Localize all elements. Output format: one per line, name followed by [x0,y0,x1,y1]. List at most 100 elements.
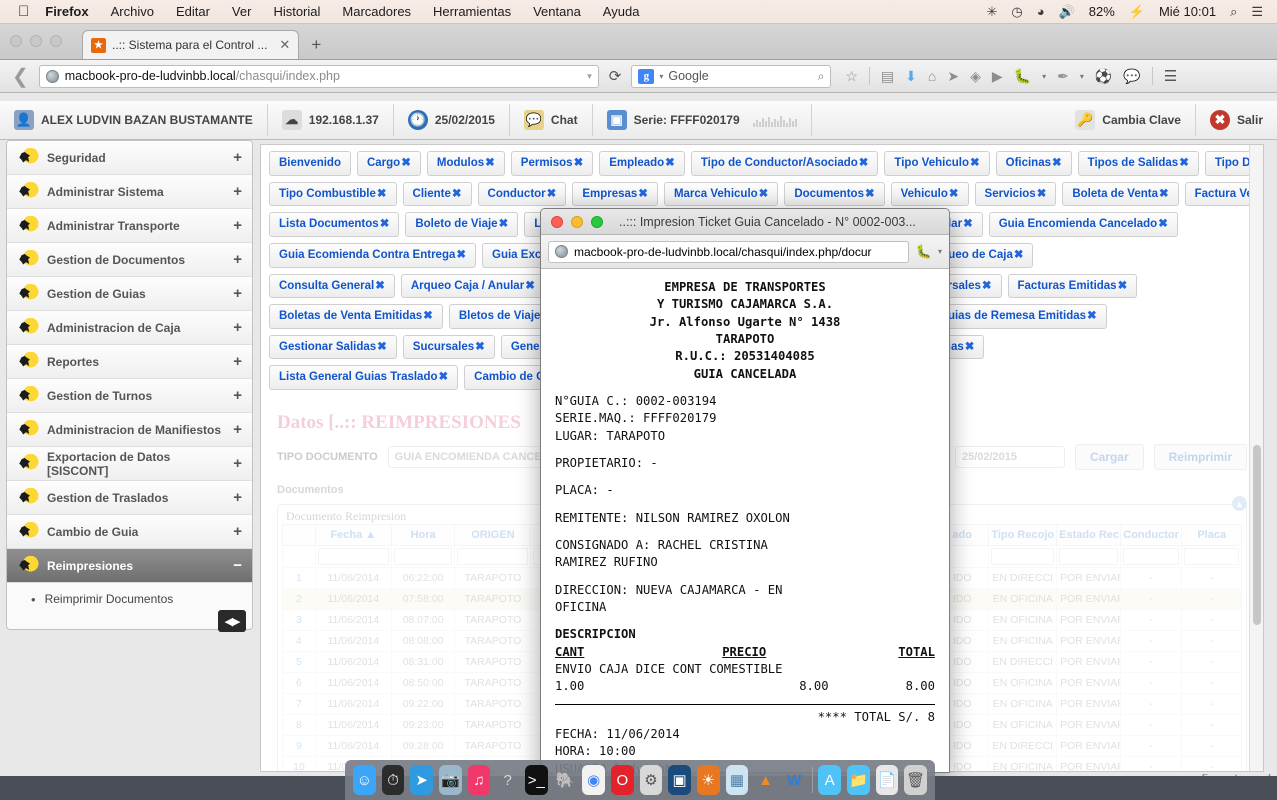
expand-icon[interactable]: + [233,217,242,234]
menu-item-editar[interactable]: Editar [176,4,210,19]
eyedropper-icon[interactable]: ✒ [1057,68,1069,85]
sidebar-item-gestion-de-turnos[interactable]: Gestion de Turnos + [7,379,252,413]
search-input[interactable]: g ▾ Google ⌕ [631,64,832,88]
expand-icon[interactable]: + [233,285,242,302]
tab-guia-encomienda-cancelado[interactable]: Guia Encomienda Cancelado✖ [988,212,1178,237]
sidebar-item-administrar-sistema[interactable]: Administrar Sistema + [7,175,252,209]
expand-icon[interactable]: + [233,421,242,438]
close-icon[interactable]: ✖ [982,280,992,292]
close-icon[interactable]: ✖ [665,157,675,169]
soccer-icon[interactable]: ⚽ [1095,68,1112,85]
close-icon[interactable]: ✖ [485,157,495,169]
filter-estado-rec[interactable] [1056,545,1121,569]
close-icon[interactable]: ✖ [759,188,769,200]
close-icon[interactable]: ✖ [439,371,449,383]
close-icon[interactable]: ✕ [279,37,290,53]
tab-facturas-emitidas[interactable]: Facturas Emitidas✖ [1007,273,1138,299]
tab-permisos[interactable]: Permisos✖ [510,151,594,176]
chevron-down-icon[interactable]: ▾ [1042,72,1046,81]
tab-sucursales[interactable]: Sucursales✖ [402,334,495,360]
postgres-icon[interactable]: 🐘 [554,765,577,795]
col-fecha[interactable]: Fecha ▲ [314,524,392,547]
tab-boleto-de-viaje[interactable]: Boleto de Viaje✖ [405,212,519,237]
close-icon[interactable]: ✖ [375,280,385,292]
zoom-window-button[interactable] [50,35,62,47]
chat-button[interactable]: 💬 Chat [510,104,593,136]
dashboard-icon[interactable]: ⏱ [381,765,405,795]
change-password-button[interactable]: 🔑 Cambia Clave [1061,104,1196,136]
battery-icon[interactable]: ⚡ [1129,4,1145,20]
tab-tipo-combustible[interactable]: Tipo Combustible✖ [269,181,397,207]
expand-icon[interactable]: + [233,183,242,200]
minimize-window-button[interactable] [30,35,42,47]
zoom-window-button[interactable] [591,215,603,228]
home-icon[interactable]: ⌂ [928,68,936,84]
appstore-icon[interactable]: A [818,765,841,795]
sidebar-item-reimpresiones[interactable]: Reimpresiones − [7,549,252,583]
tab-empleado[interactable]: Empleado✖ [599,151,685,176]
close-icon[interactable]: ✖ [963,218,973,230]
close-icon[interactable]: ✖ [452,188,462,200]
menu-item-firefox[interactable]: Firefox [45,4,88,19]
close-icon[interactable]: ✖ [1179,157,1189,169]
close-icon[interactable]: ✖ [1159,188,1169,200]
close-window-button[interactable] [551,215,563,228]
apple-menu-icon[interactable]:  [18,4,29,19]
trash-icon[interactable]: 🗑 [904,765,927,795]
tab-lista-documentos[interactable]: Lista Documentos✖ [269,212,400,237]
expand-icon[interactable]: + [233,489,242,506]
document-icon[interactable]: 📄 [875,765,899,795]
close-window-button[interactable] [10,35,22,47]
close-icon[interactable]: ✖ [547,188,557,200]
volume-icon[interactable]: 🔊 [1059,4,1075,20]
close-icon[interactable]: ✖ [1158,218,1168,230]
col-origen[interactable]: ORIGEN [454,524,532,547]
share-icon[interactable]: ◈ [970,68,981,85]
finder-icon[interactable]: ☺ [353,765,376,795]
folder-icon[interactable]: 📁 [846,765,870,795]
tab-tipo-de-conductor-asociado[interactable]: Tipo de Conductor/Asociado✖ [690,151,879,176]
back-button[interactable]: ❮ [8,64,33,89]
tab-tipos-de-salidas[interactable]: Tipos de Salidas✖ [1077,151,1199,176]
sidebar-item-seguridad[interactable]: Seguridad + [7,141,252,175]
close-icon[interactable]: ✖ [401,157,411,169]
expand-icon[interactable]: + [233,319,242,336]
col-hora[interactable]: Hora [390,524,456,547]
filter-tipo-recojo[interactable] [988,545,1058,569]
popup-address-bar[interactable]: macbook-pro-de-ludvinbb.local/chasqui/in… [548,240,909,263]
menu-item-marcadores[interactable]: Marcadores [342,4,411,19]
close-icon[interactable]: ✖ [1014,249,1024,261]
sidebar-item-administrar-transporte[interactable]: Administrar Transporte + [7,209,252,243]
close-icon[interactable]: ✖ [499,218,509,230]
word-icon[interactable]: W [783,765,806,795]
close-icon[interactable]: ✖ [949,188,959,200]
tab-modulos[interactable]: Modulos✖ [426,151,505,176]
expand-icon[interactable]: + [233,523,242,540]
tab-conductor[interactable]: Conductor✖ [477,181,567,207]
close-icon[interactable]: ✖ [574,157,584,169]
tab-consulta-general[interactable]: Consulta General✖ [269,273,395,299]
address-bar[interactable]: macbook-pro-de-ludvinbb.local/chasqui/in… [38,64,599,88]
sidebar-item-reportes[interactable]: Reportes + [7,345,252,379]
close-icon[interactable]: ✖ [865,188,875,200]
download-icon[interactable]: ⬇ [905,68,917,85]
tab-documentos[interactable]: Documentos✖ [784,181,885,207]
expand-icon[interactable]: + [233,387,242,404]
close-icon[interactable]: ✖ [970,157,980,169]
tab-marca-vehiculo[interactable]: Marca Vehiculo✖ [663,181,779,207]
close-icon[interactable]: ✖ [377,188,387,200]
clock[interactable]: Mié 10:01 [1159,4,1216,19]
expand-icon[interactable]: + [233,353,242,370]
tab-vehiculo[interactable]: Vehiculo✖ [890,181,969,207]
tab-guias-de-remesa-emitidas[interactable]: Guias de Remesa Emitidas✖ [929,304,1107,329]
sidebar-subitem-reimprimir-documentos[interactable]: • Reimprimir Documentos [7,583,252,615]
scrollbar-thumb[interactable] [1253,445,1261,625]
sidebar-item-administracion-de-manifiestos[interactable]: Administracion de Manifiestos + [7,413,252,447]
reader-icon[interactable]: ▤ [881,68,894,85]
expand-icon[interactable]: + [233,149,242,166]
tab-boleta-de-venta[interactable]: Boleta de Venta✖ [1062,181,1179,207]
close-icon[interactable]: ✖ [1118,280,1128,292]
close-icon[interactable]: ✖ [859,157,869,169]
tab-gestionar-salidas[interactable]: Gestionar Salidas✖ [269,334,397,360]
firebug-icon[interactable]: 🐛 [916,244,932,260]
